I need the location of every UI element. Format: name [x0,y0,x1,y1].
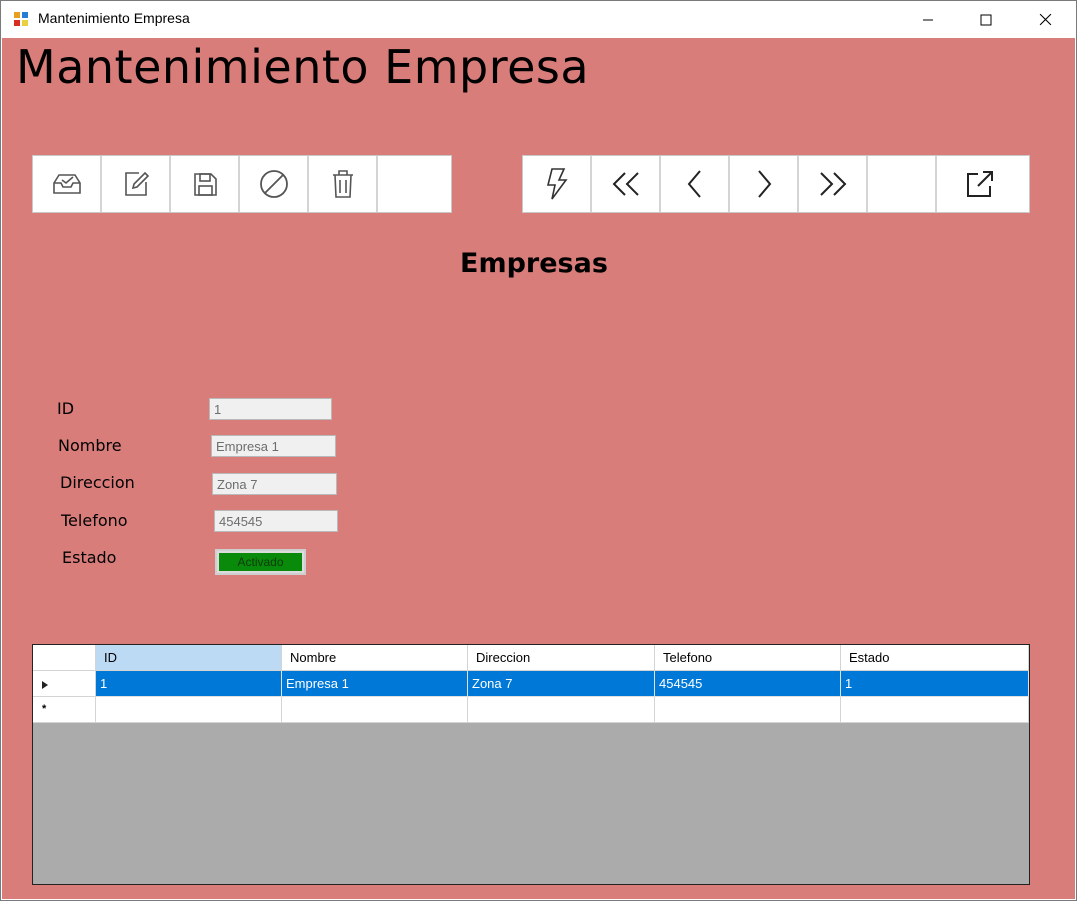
next-button[interactable] [730,156,799,212]
exit-button[interactable] [937,156,1023,212]
new-cell-id[interactable] [96,697,282,723]
new-cell-direccion[interactable] [468,697,655,723]
maximize-icon [980,14,992,25]
title-bar: Mantenimiento Empresa [1,1,1076,38]
direccion-label: Direccion [60,473,135,492]
refresh-button[interactable] [523,156,592,212]
cancel-icon [259,170,288,198]
section-title: Empresas [460,248,608,279]
id-label: ID [57,399,75,418]
page-title: Mantenimiento Empresa [16,40,590,94]
first-button[interactable] [592,156,661,212]
client-area: Mantenimiento Empresa Empresas ID 1 Nomb… [2,38,1075,899]
column-header-nombre[interactable]: Nombre [282,645,468,671]
id-field[interactable]: 1 [209,398,332,420]
estado-label: Estado [62,548,117,567]
table-row[interactable]: 1 Empresa 1 Zona 7 454545 1 [33,671,1029,697]
blank-nav-button[interactable] [868,156,937,212]
toolbar-actions [32,155,452,213]
column-header-direccion[interactable]: Direccion [468,645,655,671]
first-icon [612,172,639,196]
cell-telefono[interactable]: 454545 [655,671,841,697]
grid-header-row: ID Nombre Direccion Telefono Estado [33,645,1029,671]
column-header-telefono[interactable]: Telefono [655,645,841,671]
data-grid[interactable]: ID Nombre Direccion Telefono Estado 1 Em… [32,644,1030,885]
save-icon [193,173,217,196]
toolbar-navigation [522,155,1030,213]
app-icon [13,11,29,27]
new-row[interactable]: * [33,697,1029,723]
minimize-button[interactable] [899,1,957,38]
new-button[interactable] [33,156,102,212]
trash-icon [332,170,353,198]
estado-toggle[interactable]: Activado [215,549,306,575]
selected-row-cells: 1 Empresa 1 Zona 7 454545 1 [96,671,1029,697]
next-icon [757,170,771,198]
blank-action-button[interactable] [378,156,447,212]
current-row-icon [42,681,48,689]
close-button[interactable] [1016,1,1074,38]
new-cell-telefono[interactable] [655,697,841,723]
cell-nombre[interactable]: Empresa 1 [282,671,468,697]
app-window: Mantenimiento Empresa Mantenimiento Empr… [0,0,1077,901]
save-button[interactable] [171,156,240,212]
nombre-field[interactable]: Empresa 1 [211,435,336,457]
new-cell-nombre[interactable] [282,697,468,723]
estado-value: Activado [219,553,302,571]
external-link-icon [967,171,993,197]
cell-id[interactable]: 1 [96,671,282,697]
inbox-icon [52,174,81,194]
column-header-estado[interactable]: Estado [841,645,1029,671]
nombre-label: Nombre [58,436,122,455]
close-icon [1039,13,1051,26]
telefono-field[interactable]: 454545 [214,510,338,532]
cell-estado[interactable]: 1 [841,671,1029,697]
last-button[interactable] [799,156,868,212]
row-selector[interactable] [33,671,96,697]
delete-button[interactable] [309,156,378,212]
edit-icon [124,171,149,196]
new-cell-estado[interactable] [841,697,1029,723]
window-title: Mantenimiento Empresa [38,10,190,26]
grid-corner[interactable] [33,645,96,671]
cell-direccion[interactable]: Zona 7 [468,671,655,697]
column-header-id[interactable]: ID [96,645,282,671]
previous-button[interactable] [661,156,730,212]
new-row-marker[interactable]: * [33,697,96,723]
direccion-field[interactable]: Zona 7 [212,473,337,495]
cancel-button[interactable] [240,156,309,212]
last-icon [819,172,846,196]
previous-icon [687,170,701,198]
telefono-label: Telefono [61,511,128,530]
minimize-icon [923,19,933,20]
edit-button[interactable] [102,156,171,212]
maximize-button[interactable] [957,1,1015,38]
lightning-icon [546,168,568,200]
